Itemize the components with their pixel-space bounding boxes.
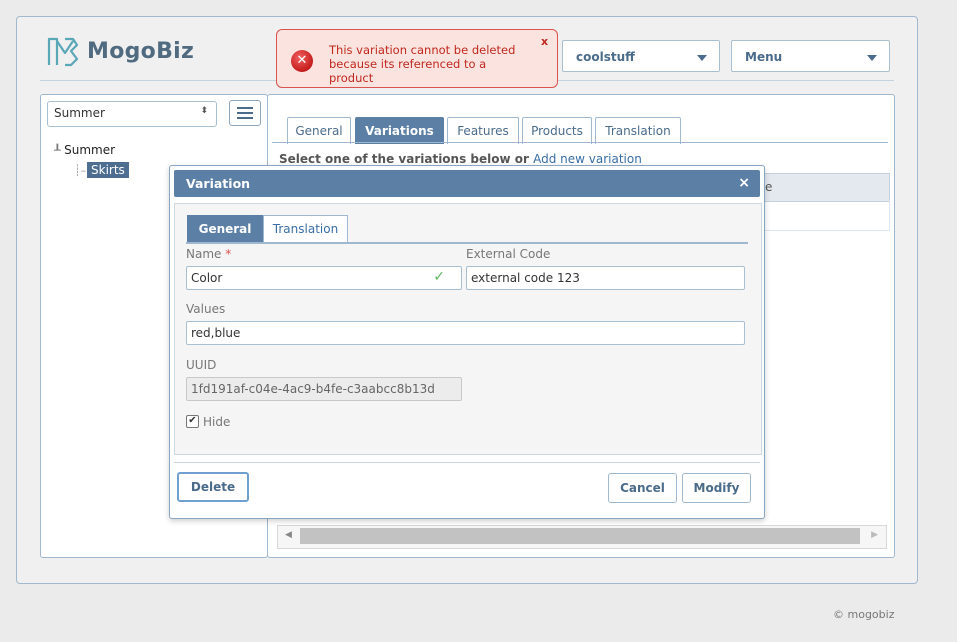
grid-header: e xyxy=(760,173,890,202)
dialog-titlebar: Variation × xyxy=(174,170,760,197)
tab-features[interactable]: Features xyxy=(447,117,519,144)
external-code-field[interactable]: external code 123 xyxy=(466,266,745,290)
values-field[interactable]: red,blue xyxy=(186,321,745,345)
dialog-tab-general[interactable]: General xyxy=(187,215,263,242)
dialog-tabs-divider xyxy=(186,242,748,244)
copyright-text: © mogobiz xyxy=(833,608,895,621)
store-select[interactable]: coolstuff xyxy=(562,40,720,72)
add-variation-link[interactable]: Add new variation xyxy=(533,152,642,166)
tree-branch-icon: ┊– xyxy=(74,164,87,177)
category-menu-button[interactable] xyxy=(229,100,261,126)
chevron-down-icon xyxy=(867,55,877,61)
category-select-value: Summer xyxy=(54,106,105,120)
tree-node-summer[interactable]: ┸ Summer xyxy=(54,143,115,157)
uuid-label: UUID xyxy=(186,358,217,372)
modify-button[interactable]: Modify xyxy=(682,473,751,503)
error-notification: ✕ This variation cannot be deleted becau… xyxy=(276,29,558,88)
table-row[interactable] xyxy=(760,200,890,231)
menu-select-value: Menu xyxy=(745,50,783,64)
tree-node-skirts[interactable]: Skirts xyxy=(87,162,129,178)
hide-label: Hide xyxy=(203,415,231,429)
name-label: Name * xyxy=(186,247,232,261)
error-icon: ✕ xyxy=(291,50,313,72)
name-field[interactable]: Color ✓ xyxy=(186,266,462,290)
brand-logo: MogoBiz xyxy=(45,33,194,69)
dialog-footer-divider xyxy=(174,462,760,463)
tree-expand-icon: ┸ xyxy=(54,144,65,157)
values-field-value: red,blue xyxy=(191,326,241,340)
mogobiz-logo-icon xyxy=(47,37,79,67)
dialog-tab-translation[interactable]: Translation xyxy=(263,215,348,242)
tab-translation[interactable]: Translation xyxy=(595,117,681,144)
required-marker: * xyxy=(225,247,232,261)
hamburger-icon xyxy=(237,107,253,109)
scroll-right-icon[interactable]: ▶ xyxy=(871,530,878,540)
grid-header-label: e xyxy=(765,180,773,194)
tabs-divider xyxy=(272,142,888,143)
dialog-title: Variation xyxy=(186,176,251,191)
variations-instruction: Select one of the variations below or Ad… xyxy=(279,152,642,166)
tab-general[interactable]: General xyxy=(287,117,351,144)
values-label: Values xyxy=(186,302,226,316)
external-code-value: external code 123 xyxy=(471,271,580,285)
menu-select[interactable]: Menu xyxy=(731,40,890,72)
name-field-value: Color xyxy=(191,271,223,285)
close-icon[interactable]: x xyxy=(541,35,548,48)
updown-arrows-icon: ⬍ xyxy=(200,106,208,116)
tab-products[interactable]: Products xyxy=(522,117,592,144)
error-message: This variation cannot be deleted because… xyxy=(329,43,516,85)
valid-check-icon: ✓ xyxy=(433,269,445,285)
delete-button[interactable]: Delete xyxy=(177,472,249,502)
scrollbar-thumb[interactable] xyxy=(300,528,860,544)
scroll-left-icon[interactable]: ◀ xyxy=(285,530,292,540)
category-select[interactable]: Summer ⬍ xyxy=(47,101,217,127)
external-code-label: External Code xyxy=(466,247,551,261)
uuid-field: 1fd191af-c04e-4ac9-b4fe-c3aabcc8b13d xyxy=(186,377,462,401)
hide-checkbox[interactable]: ✔ xyxy=(186,415,199,428)
cancel-button[interactable]: Cancel xyxy=(608,473,677,503)
chevron-down-icon xyxy=(697,55,707,61)
tab-variations[interactable]: Variations xyxy=(355,117,444,144)
dialog-close-icon[interactable]: × xyxy=(738,175,750,191)
store-select-value: coolstuff xyxy=(576,50,635,64)
uuid-field-value: 1fd191af-c04e-4ac9-b4fe-c3aabcc8b13d xyxy=(191,382,435,396)
brand-name: MogoBiz xyxy=(87,38,195,64)
